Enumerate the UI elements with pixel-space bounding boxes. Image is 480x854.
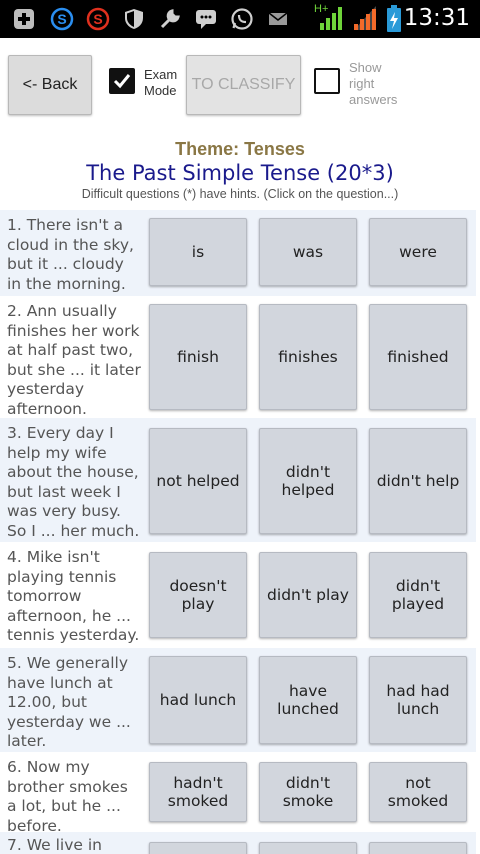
- question-row-1: 1. There isn't a cloud in the sky, but i…: [0, 210, 476, 296]
- question-row-7: 7. We live in: [0, 832, 476, 854]
- exam-mode-label: Exam Mode: [144, 67, 178, 98]
- svg-text:S: S: [93, 11, 102, 27]
- answer-button[interactable]: [259, 842, 357, 854]
- page-title: The Past Simple Tense (20*3): [86, 161, 394, 185]
- answer-button[interactable]: finish: [149, 304, 247, 410]
- checkmark-icon: [113, 74, 131, 89]
- mail-icon: [268, 12, 288, 25]
- answer-button[interactable]: not smoked: [369, 762, 467, 822]
- answer-button[interactable]: didn't played: [369, 552, 467, 638]
- answer-button[interactable]: had had lunch: [369, 656, 467, 744]
- answer-button[interactable]: have lunched: [259, 656, 357, 744]
- show-answers-checkbox[interactable]: [314, 68, 340, 94]
- svg-text:S: S: [57, 11, 66, 27]
- clock-time: 13:31: [403, 5, 470, 31]
- theme-heading: Theme: Tenses: [175, 139, 305, 159]
- answer-button[interactable]: didn't help: [369, 428, 467, 534]
- answer-button[interactable]: was: [259, 218, 357, 286]
- exam-mode-checkbox[interactable]: [109, 68, 135, 94]
- answer-button[interactable]: finishes: [259, 304, 357, 410]
- question-row-2: 2. Ann usually finishes her work at half…: [0, 296, 476, 418]
- answer-button[interactable]: [149, 842, 247, 854]
- plus-icon: [14, 9, 34, 29]
- answer-button[interactable]: had lunch: [149, 656, 247, 744]
- wrench-icon: [160, 9, 180, 29]
- question-row-4: 4. Mike isn't playing tennis tomorrow af…: [0, 542, 476, 648]
- answer-button[interactable]: didn't smoke: [259, 762, 357, 822]
- question-text[interactable]: 6. Now my brother smokes a lot, but he .…: [7, 758, 141, 836]
- question-text[interactable]: 5. We generally have lunch at 12.00, but…: [7, 654, 141, 752]
- toolbar: <- Back Exam Mode TO CLASSIFY Show right…: [0, 38, 480, 128]
- question-row-5: 5. We generally have lunch at 12.00, but…: [0, 648, 476, 752]
- back-button[interactable]: <- Back: [8, 55, 92, 115]
- shield-icon: [125, 9, 143, 29]
- question-row-3: 3. Every day I help my wife about the ho…: [0, 418, 476, 542]
- answer-button[interactable]: didn't helped: [259, 428, 357, 534]
- question-text[interactable]: 4. Mike isn't playing tennis tomorrow af…: [7, 548, 141, 646]
- battery-icon: [387, 5, 401, 32]
- question-text[interactable]: 2. Ann usually finishes her work at half…: [7, 302, 141, 419]
- signal-icon: [320, 7, 342, 30]
- to-classify-button[interactable]: TO CLASSIFY: [186, 55, 301, 115]
- show-answers-label: Show right answers: [349, 60, 398, 107]
- answer-button[interactable]: hadn't smoked: [149, 762, 247, 822]
- answer-button[interactable]: finished: [369, 304, 467, 410]
- skype-red-icon: S: [86, 7, 110, 31]
- answer-button[interactable]: [369, 842, 467, 854]
- answer-button[interactable]: is: [149, 218, 247, 286]
- status-bar: S S H+ 13:31: [0, 0, 480, 38]
- answer-button[interactable]: doesn't play: [149, 552, 247, 638]
- chat-icon: [196, 10, 216, 29]
- signal-weak-icon: [354, 6, 376, 30]
- answer-button[interactable]: not helped: [149, 428, 247, 534]
- whatsapp-icon: [231, 8, 253, 30]
- answer-button[interactable]: didn't play: [259, 552, 357, 638]
- question-text[interactable]: 3. Every day I help my wife about the ho…: [7, 424, 141, 541]
- question-row-6: 6. Now my brother smokes a lot, but he .…: [0, 752, 476, 835]
- answer-button[interactable]: were: [369, 218, 467, 286]
- skype-icon: S: [50, 7, 74, 31]
- question-text[interactable]: 1. There isn't a cloud in the sky, but i…: [7, 216, 141, 294]
- hint-text[interactable]: Difficult questions (*) have hints. (Cli…: [0, 187, 480, 201]
- question-text[interactable]: 7. We live in: [7, 836, 141, 854]
